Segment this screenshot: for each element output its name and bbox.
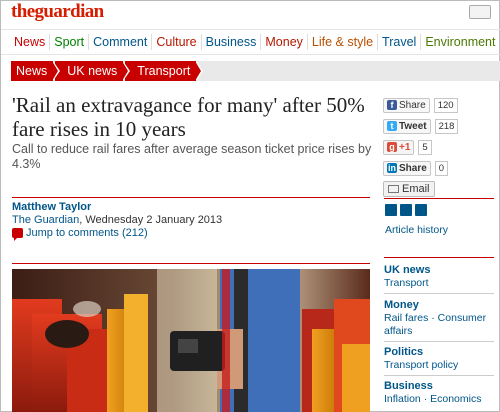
clip-icon[interactable] bbox=[415, 204, 427, 216]
article-standfirst: Call to reduce rail fares after average … bbox=[12, 142, 372, 171]
publish-date: , Wednesday 2 January 2013 bbox=[79, 214, 223, 226]
breadcrumb-news[interactable]: News bbox=[11, 61, 61, 81]
related-subtopics[interactable]: Inflation · Economics bbox=[384, 393, 494, 406]
related-topic-politics[interactable]: Politics bbox=[384, 346, 494, 359]
sidebar-divider-4 bbox=[384, 341, 494, 342]
twitter-share-count: 218 bbox=[434, 118, 459, 134]
nav-item-travel[interactable]: Travel bbox=[377, 34, 420, 50]
article-headline: 'Rail an extravagance for many' after 50… bbox=[12, 93, 365, 141]
nav-item-sport[interactable]: Sport bbox=[49, 34, 88, 50]
related-subtopics[interactable]: Transport bbox=[384, 277, 494, 290]
sidebar-divider-3 bbox=[384, 293, 494, 294]
nav-item-comment[interactable]: Comment bbox=[88, 34, 151, 50]
publication-link[interactable]: The Guardian bbox=[12, 214, 79, 226]
related-uk-news: UK news Transport bbox=[384, 264, 494, 290]
related-subtopics[interactable]: Transport policy bbox=[384, 359, 494, 372]
related-topic-uk-news[interactable]: UK news bbox=[384, 264, 494, 277]
related-subtopics[interactable]: Rail fares · Consumer affairs bbox=[384, 312, 494, 337]
email-button[interactable]: Email bbox=[383, 181, 435, 197]
jump-to-comments[interactable]: Jump to comments (212) bbox=[12, 227, 148, 241]
linkedin-share-button[interactable]: in Share bbox=[383, 160, 431, 176]
main-nav: News Sport Comment Culture Business Mone… bbox=[1, 29, 500, 55]
linkedin-icon: in bbox=[387, 163, 397, 173]
linkedin-share-count: 0 bbox=[434, 160, 449, 176]
print-icon[interactable] bbox=[385, 204, 397, 216]
related-money: Money Rail fares · Consumer affairs bbox=[384, 299, 494, 337]
related-topic-business[interactable]: Business bbox=[384, 380, 494, 393]
article-photo bbox=[12, 269, 370, 412]
window-control-icon[interactable] bbox=[469, 5, 491, 19]
sidebar-divider-1 bbox=[384, 198, 494, 199]
breadcrumb-transport[interactable]: Transport bbox=[125, 61, 204, 81]
facebook-share-count: 120 bbox=[433, 97, 458, 113]
sidebar-divider-2 bbox=[384, 257, 494, 258]
nav-item-news[interactable]: News bbox=[11, 34, 49, 50]
envelope-icon bbox=[388, 185, 399, 193]
twitter-tweet-button[interactable]: t Tweet bbox=[383, 118, 431, 134]
train-conductor-photo bbox=[12, 269, 370, 412]
sidebar-divider-5 bbox=[384, 375, 494, 376]
nav-item-culture[interactable]: Culture bbox=[151, 34, 200, 50]
facebook-share-button[interactable]: f Share bbox=[383, 97, 430, 113]
nav-item-life-style[interactable]: Life & style bbox=[306, 34, 377, 50]
article-history-link[interactable]: Article history bbox=[385, 224, 448, 236]
share-tools: f Share 120 t Tweet 218 g +1 5 in Share 0 Em… bbox=[383, 95, 493, 200]
byline-divider bbox=[12, 197, 370, 198]
related-business: Business Inflation · Economics bbox=[384, 380, 494, 406]
related-politics: Politics Transport policy bbox=[384, 346, 494, 372]
nav-item-money[interactable]: Money bbox=[260, 34, 307, 50]
google-plus-count: 5 bbox=[418, 139, 432, 155]
masthead: theguardian bbox=[11, 2, 104, 24]
nav-item-environment[interactable]: Environment bbox=[420, 34, 499, 50]
image-divider bbox=[12, 263, 370, 264]
byline: Matthew Taylor The Guardian, Wednesday 2… bbox=[12, 201, 372, 227]
nav-item-business[interactable]: Business bbox=[200, 34, 261, 50]
guardian-logo[interactable]: theguardian bbox=[11, 2, 104, 22]
google-plus-button[interactable]: g +1 bbox=[383, 139, 415, 155]
breadcrumb: News UK news Transport bbox=[11, 61, 500, 81]
article-tools bbox=[385, 204, 427, 216]
google-plus-icon: g bbox=[387, 142, 397, 152]
twitter-icon: t bbox=[387, 121, 397, 131]
comment-bubble-icon bbox=[12, 228, 23, 241]
comments-link-label: Jump to comments (212) bbox=[26, 227, 148, 239]
related-topic-money[interactable]: Money bbox=[384, 299, 494, 312]
share-icon[interactable] bbox=[400, 204, 412, 216]
facebook-icon: f bbox=[387, 100, 397, 110]
author-link[interactable]: Matthew Taylor bbox=[12, 201, 91, 213]
breadcrumb-uk-news[interactable]: UK news bbox=[55, 61, 131, 81]
